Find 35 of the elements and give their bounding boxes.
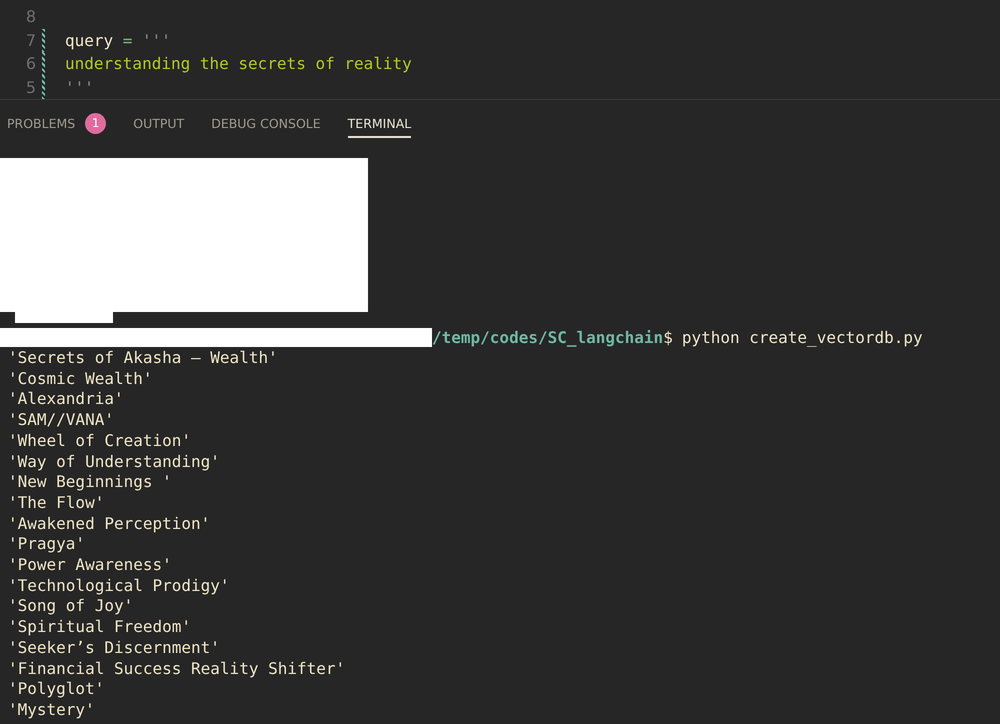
prompt-symbol: $ (663, 328, 673, 346)
line-number: 8 (24, 7, 36, 26)
terminal-output-line: 'Awakened Perception' (7, 514, 212, 534)
code-token: ''' (142, 30, 171, 50)
terminal-output-line: 'Pragya' (7, 534, 86, 556)
terminal-output-line: 'Secrets of Akasha – Wealth' (7, 348, 279, 369)
terminal-output-line: 'Alexandria' (7, 389, 125, 410)
terminal-output-line: 'Financial Success Reality Shifter' (7, 658, 346, 680)
terminal-output-line: 'Spiritual Freedom' (7, 617, 192, 638)
panel-tab[interactable]: PROBLEMS 1 (7, 108, 106, 138)
line-number: 5 (24, 78, 36, 97)
code-token: ''' (65, 78, 94, 97)
terminal-command: python create_vectordb.py (680, 328, 923, 346)
prompt-path: /temp/codes/SC_langchain (432, 328, 664, 346)
problem-count-badge: 1 (85, 112, 106, 134)
terminal-output-line: 'The Flow' (7, 492, 106, 514)
panel-tab[interactable]: DEBUG CONSOLE (211, 108, 321, 138)
line-number: 7 (24, 30, 36, 50)
terminal-output-line: 'SAM//VANA' (7, 410, 115, 431)
terminal-output-line: 'Mystery' (7, 700, 96, 721)
code-token: = (122, 30, 132, 50)
code-token: understanding the secrets of reality (65, 54, 412, 74)
code-token: query (65, 30, 114, 50)
terminal-output-line: 'New Beginnings ' (7, 472, 173, 493)
terminal-output-line: 'Way of Understanding' (7, 452, 221, 472)
terminal-output-line: 'Song of Joy' (7, 596, 134, 618)
terminal-output-line: 'Polyglot' (7, 679, 106, 700)
terminal-output-line: 'Wheel of Creation' (7, 430, 192, 452)
terminal-output-line: 'Cosmic Wealth' (7, 368, 154, 390)
line-number: 6 (24, 54, 36, 74)
terminal-output-line: 'Power Awareness' (7, 555, 173, 576)
terminal-output-line: 'Technological Prodigy' (7, 576, 231, 596)
panel-tab[interactable]: OUTPUT (133, 108, 184, 138)
panel-tab[interactable]: TERMINAL (348, 108, 412, 138)
terminal-output-line: 'Seeker’s Discernment' (7, 638, 221, 659)
